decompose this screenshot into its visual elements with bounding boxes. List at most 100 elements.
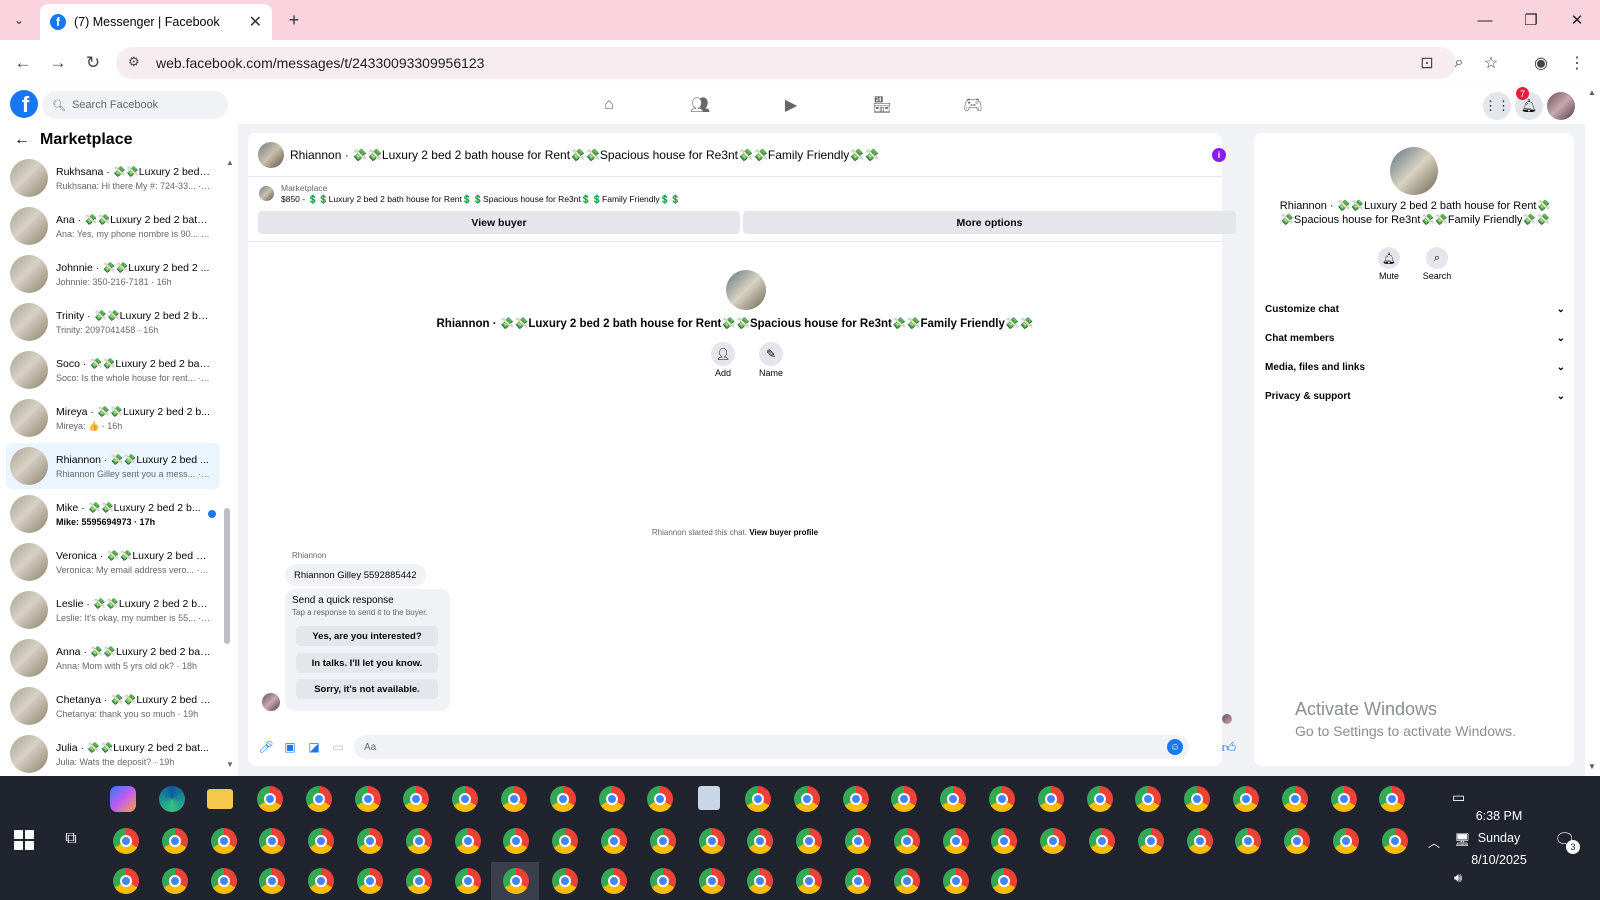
chrome-profile-icon[interactable]: [943, 868, 969, 894]
chrome-profile-icon[interactable]: [1040, 828, 1066, 854]
chrome-profile-icon[interactable]: [308, 868, 334, 894]
sidebar-scrollbar[interactable]: [224, 508, 230, 644]
clock-date[interactable]: 8/10/2025: [1464, 853, 1534, 867]
edit-name-icon[interactable]: ✎: [759, 342, 783, 366]
mute-bell-icon[interactable]: 🔔︎: [1378, 247, 1400, 269]
chrome-profile-icon[interactable]: [455, 868, 481, 894]
volume-icon[interactable]: 🔊︎: [1454, 870, 1462, 886]
meet-now-icon[interactable]: ▭: [1452, 789, 1465, 806]
chrome-profile-icon[interactable]: [843, 786, 869, 812]
scroll-up-icon[interactable]: ▲: [226, 158, 234, 167]
chrome-profile-icon[interactable]: [455, 828, 481, 854]
conversation-item[interactable]: Veronica · 💸💸Luxury 2 bed 2 ... Veronica:…: [6, 539, 220, 585]
chrome-profile-icon[interactable]: [650, 828, 676, 854]
tray-chevron-icon[interactable]: ︿: [1428, 834, 1440, 851]
message-bubble[interactable]: Rhiannon Gilley 5592885442: [285, 564, 426, 586]
clock-day[interactable]: Sunday: [1464, 831, 1534, 845]
chrome-profile-icon[interactable]: [1089, 828, 1115, 854]
chrome-profile-icon[interactable]: [1187, 828, 1213, 854]
like-thumb-icon[interactable]: 👍︎: [1221, 739, 1237, 755]
chrome-profile-icon[interactable]: [845, 828, 871, 854]
chrome-profile-icon[interactable]: [1382, 828, 1408, 854]
chrome-profile-icon[interactable]: [845, 868, 871, 894]
chrome-profile-icon[interactable]: [503, 868, 529, 894]
chrome-profile-icon[interactable]: [162, 868, 188, 894]
conversation-item[interactable]: Mike · 💸💸Luxury 2 bed 2 b... Mike: 559569…: [6, 491, 220, 537]
facebook-search-input[interactable]: 🔍︎ Search Facebook: [42, 91, 228, 119]
chrome-profile-icon[interactable]: [501, 786, 527, 812]
chrome-profile-icon[interactable]: [406, 868, 432, 894]
minimize-icon[interactable]: —: [1462, 0, 1508, 40]
chrome-profile-icon[interactable]: [891, 786, 917, 812]
back-arrow-icon[interactable]: ←: [14, 131, 30, 149]
chrome-profile-icon[interactable]: [647, 786, 673, 812]
conversation-item[interactable]: Ana · 💸💸Luxury 2 bed 2 bath... Ana: Yes, …: [6, 203, 220, 249]
quick-response-sorry-button[interactable]: Sorry, it's not available.: [296, 679, 438, 699]
chrome-profile-icon[interactable]: [796, 868, 822, 894]
chrome-profile-icon[interactable]: [1235, 828, 1261, 854]
account-avatar[interactable]: [1547, 92, 1575, 120]
listing-summary[interactable]: $850 - 💲💲Luxury 2 bed 2 bath house for R…: [281, 194, 681, 205]
marketplace-icon[interactable]: 🏪︎: [869, 94, 895, 116]
restore-icon[interactable]: ❐: [1508, 0, 1554, 40]
gif-icon[interactable]: ▭: [330, 739, 346, 755]
chat-header-title[interactable]: Rhiannon · 💸💸Luxury 2 bed 2 bath house f…: [290, 148, 879, 162]
microphone-icon[interactable]: 🎤︎: [258, 739, 274, 755]
chrome-profile-icon[interactable]: [599, 786, 625, 812]
chrome-profile-icon[interactable]: [113, 868, 139, 894]
conversation-item[interactable]: Rhiannon · 💸💸Luxury 2 bed ... Rhiannon Gi…: [6, 443, 220, 489]
chrome-profile-icon[interactable]: [452, 786, 478, 812]
chrome-profile-icon[interactable]: [1087, 786, 1113, 812]
tab-close-icon[interactable]: ✕: [249, 12, 262, 32]
chrome-profile-icon[interactable]: [1184, 786, 1210, 812]
chrome-profile-icon[interactable]: [894, 828, 920, 854]
chrome-profile-icon[interactable]: [991, 868, 1017, 894]
media-files-row[interactable]: Media, files and links ⌄: [1265, 356, 1565, 378]
chrome-profile-icon[interactable]: [552, 828, 578, 854]
chrome-profile-icon[interactable]: [1038, 786, 1064, 812]
chrome-profile-icon[interactable]: [357, 828, 383, 854]
menu-grid-icon[interactable]: ⋮⋮: [1483, 92, 1511, 120]
chrome-profile-icon[interactable]: [943, 828, 969, 854]
chrome-profile-icon[interactable]: [601, 828, 627, 854]
scroll-down-icon[interactable]: ▼: [226, 760, 234, 769]
conversation-item[interactable]: Rukhsana · 💸💸Luxury 2 bed ... Rukhsana: H…: [6, 155, 220, 201]
photo-icon[interactable]: ▣: [282, 739, 298, 755]
chrome-profile-icon[interactable]: [1284, 828, 1310, 854]
emoji-icon[interactable]: ☺: [1167, 739, 1183, 755]
add-person-icon[interactable]: 👤︎: [711, 342, 735, 366]
chrome-profile-icon[interactable]: [355, 786, 381, 812]
profile-icon[interactable]: ◉: [1528, 50, 1554, 76]
window-close-icon[interactable]: ✕: [1554, 0, 1600, 40]
back-icon[interactable]: ←: [8, 48, 38, 78]
conversation-item[interactable]: Johnnie · 💸💸Luxury 2 bed 2 ... Johnnie: 3…: [6, 251, 220, 297]
conversation-item[interactable]: Soco · 💸💸Luxury 2 bed 2 bat... Soco: Is t…: [6, 347, 220, 393]
chrome-profile-icon[interactable]: [357, 868, 383, 894]
gaming-icon[interactable]: 🎮︎: [960, 94, 986, 116]
view-buyer-profile-link[interactable]: View buyer profile: [749, 528, 818, 537]
zoom-icon[interactable]: ⌕: [1446, 50, 1472, 76]
forward-icon[interactable]: →: [43, 48, 73, 78]
tab-list-dropdown-icon[interactable]: ⌄: [8, 10, 30, 30]
chrome-profile-icon[interactable]: [747, 868, 773, 894]
chrome-profile-icon[interactable]: [257, 786, 283, 812]
chrome-profile-icon[interactable]: [211, 828, 237, 854]
friends-icon[interactable]: 👥︎: [687, 94, 713, 116]
chrome-profile-icon[interactable]: [1233, 786, 1259, 812]
conversation-item[interactable]: Julia · 💸💸Luxury 2 bed 2 bat... Julia: Wa…: [6, 731, 220, 777]
chrome-profile-icon[interactable]: [745, 786, 771, 812]
privacy-support-row[interactable]: Privacy & support ⌄: [1265, 385, 1565, 407]
chrome-profile-icon[interactable]: [650, 868, 676, 894]
chrome-profile-icon[interactable]: [403, 786, 429, 812]
home-icon[interactable]: ⌂: [596, 94, 622, 116]
chrome-profile-icon[interactable]: [1331, 786, 1357, 812]
chrome-profile-icon[interactable]: [601, 868, 627, 894]
chrome-profile-icon[interactable]: [113, 828, 139, 854]
windows-start-icon[interactable]: [14, 830, 34, 850]
chrome-profile-icon[interactable]: [550, 786, 576, 812]
quick-response-yes-button[interactable]: Yes, are you interested?: [296, 626, 438, 646]
chrome-profile-icon[interactable]: [989, 786, 1015, 812]
chrome-profile-icon[interactable]: [552, 868, 578, 894]
chrome-profile-icon[interactable]: [211, 868, 237, 894]
site-info-icon[interactable]: ⚙: [128, 54, 140, 70]
